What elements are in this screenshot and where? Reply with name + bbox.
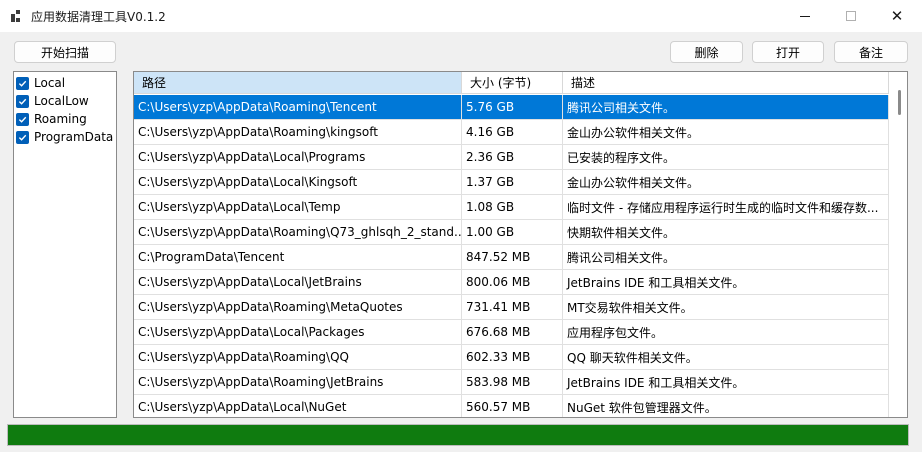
cell-description: QQ 聊天软件相关文件。 bbox=[563, 345, 889, 370]
title-bar: 应用数据清理工具V0.1.2 ✕ bbox=[0, 0, 922, 32]
cell-description: 腾讯公司相关文件。 bbox=[563, 245, 889, 270]
source-checklist: Local LocalLow Roaming ProgramData bbox=[13, 71, 117, 418]
cell-path: C:\Users\yzp\AppData\Local\NuGet bbox=[134, 395, 462, 417]
cell-size: 1.37 GB bbox=[462, 170, 563, 195]
cell-size: 1.00 GB bbox=[462, 220, 563, 245]
cell-path: C:\Users\yzp\AppData\Roaming\kingsoft bbox=[134, 120, 462, 145]
cell-description: JetBrains IDE 和工具相关文件。 bbox=[563, 270, 889, 295]
column-header-path[interactable]: 路径 bbox=[134, 72, 462, 94]
table-row[interactable]: C:\Users\yzp\AppData\Roaming\JetBrains 58… bbox=[134, 370, 889, 395]
cell-path: C:\Users\yzp\AppData\Roaming\Q73_ghlsqh_… bbox=[134, 220, 462, 245]
source-label: Roaming bbox=[34, 112, 87, 126]
cell-description: 金山办公软件相关文件。 bbox=[563, 120, 889, 145]
cell-path: C:\Users\yzp\AppData\Local\JetBrains bbox=[134, 270, 462, 295]
cell-path: C:\Users\yzp\AppData\Roaming\QQ bbox=[134, 345, 462, 370]
cell-description: NuGet 软件包管理器文件。 bbox=[563, 395, 889, 417]
table-row[interactable]: C:\Users\yzp\AppData\Local\Packages 676.6… bbox=[134, 320, 889, 345]
window-title: 应用数据清理工具V0.1.2 bbox=[31, 10, 166, 24]
cell-description: 金山办公软件相关文件。 bbox=[563, 170, 889, 195]
source-label: ProgramData bbox=[34, 130, 114, 144]
cell-description: 快期软件相关文件。 bbox=[563, 220, 889, 245]
cell-size: 602.33 MB bbox=[462, 345, 563, 370]
cell-description: JetBrains IDE 和工具相关文件。 bbox=[563, 370, 889, 395]
table-row[interactable]: C:\Users\yzp\AppData\Roaming\Q73_ghlsqh_… bbox=[134, 220, 889, 245]
cell-description: 已安装的程序文件。 bbox=[563, 145, 889, 170]
scan-progress-bar bbox=[7, 424, 909, 446]
source-label: Local bbox=[34, 76, 66, 90]
cell-size: 800.06 MB bbox=[462, 270, 563, 295]
table-row[interactable]: C:\ProgramData\Tencent 847.52 MB 腾讯公司相关文件。 bbox=[134, 245, 889, 270]
cell-size: 560.57 MB bbox=[462, 395, 563, 417]
close-icon: ✕ bbox=[890, 6, 904, 25]
vertical-scrollbar[interactable] bbox=[891, 72, 907, 417]
cell-size: 5.76 GB bbox=[462, 95, 563, 120]
open-button[interactable]: 打开 bbox=[752, 41, 824, 63]
column-header-description[interactable]: 描述 bbox=[563, 72, 889, 94]
checkbox-checked-icon[interactable] bbox=[16, 94, 29, 108]
cell-path: C:\Users\yzp\AppData\Local\Programs bbox=[134, 145, 462, 170]
cell-path: C:\Users\yzp\AppData\Roaming\JetBrains bbox=[134, 370, 462, 395]
minimize-button[interactable] bbox=[782, 0, 828, 32]
table-row[interactable]: C:\Users\yzp\AppData\Local\Kingsoft 1.37 … bbox=[134, 170, 889, 195]
maximize-button[interactable] bbox=[828, 0, 874, 32]
cell-description: 腾讯公司相关文件。 bbox=[563, 95, 889, 120]
table-row[interactable]: C:\Users\yzp\AppData\Local\JetBrains 800.… bbox=[134, 270, 889, 295]
table-row[interactable]: C:\Users\yzp\AppData\Roaming\QQ 602.33 MB… bbox=[134, 345, 889, 370]
table-body: C:\Users\yzp\AppData\Roaming\Tencent 5.76… bbox=[134, 95, 889, 417]
minimize-icon bbox=[800, 15, 810, 17]
table-header: 路径 大小 (字节) 描述 bbox=[134, 72, 891, 94]
table-row[interactable]: C:\Users\yzp\AppData\Roaming\Tencent 5.76… bbox=[134, 95, 889, 120]
table-row[interactable]: C:\Users\yzp\AppData\Local\NuGet 560.57 M… bbox=[134, 395, 889, 417]
cell-path: C:\Users\yzp\AppData\Roaming\Tencent bbox=[134, 95, 462, 120]
cell-size: 4.16 GB bbox=[462, 120, 563, 145]
start-scan-button[interactable]: 开始扫描 bbox=[14, 41, 116, 63]
cell-size: 1.08 GB bbox=[462, 195, 563, 220]
source-item-programdata[interactable]: ProgramData bbox=[16, 128, 113, 146]
source-item-locallow[interactable]: LocalLow bbox=[16, 92, 89, 110]
cell-size: 847.52 MB bbox=[462, 245, 563, 270]
cell-path: C:\ProgramData\Tencent bbox=[134, 245, 462, 270]
table-row[interactable]: C:\Users\yzp\AppData\Roaming\MetaQuotes 7… bbox=[134, 295, 889, 320]
column-header-size[interactable]: 大小 (字节) bbox=[462, 72, 563, 94]
results-table[interactable]: 路径 大小 (字节) 描述 C:\Users\yzp\AppData\Roami… bbox=[133, 71, 908, 418]
checkbox-checked-icon[interactable] bbox=[16, 76, 29, 90]
cell-size: 583.98 MB bbox=[462, 370, 563, 395]
table-row[interactable]: C:\Users\yzp\AppData\Local\Temp 1.08 GB 临时… bbox=[134, 195, 889, 220]
maximize-icon bbox=[846, 11, 856, 21]
table-row[interactable]: C:\Users\yzp\AppData\Local\Programs 2.36 … bbox=[134, 145, 889, 170]
cell-description: 临时文件 - 存储应用程序运行时生成的临时文件和缓存数... bbox=[563, 195, 889, 220]
cell-path: C:\Users\yzp\AppData\Local\Kingsoft bbox=[134, 170, 462, 195]
source-item-local[interactable]: Local bbox=[16, 74, 65, 92]
cell-size: 2.36 GB bbox=[462, 145, 563, 170]
progress-fill bbox=[8, 425, 908, 445]
table-row[interactable]: C:\Users\yzp\AppData\Roaming\kingsoft 4.1… bbox=[134, 120, 889, 145]
app-grid-icon bbox=[11, 10, 23, 22]
delete-button[interactable]: 删除 bbox=[670, 41, 743, 63]
cell-path: C:\Users\yzp\AppData\Roaming\MetaQuotes bbox=[134, 295, 462, 320]
cell-description: MT交易软件相关文件。 bbox=[563, 295, 889, 320]
cell-path: C:\Users\yzp\AppData\Local\Packages bbox=[134, 320, 462, 345]
source-label: LocalLow bbox=[34, 94, 89, 108]
cell-path: C:\Users\yzp\AppData\Local\Temp bbox=[134, 195, 462, 220]
note-button[interactable]: 备注 bbox=[834, 41, 908, 63]
cell-size: 731.41 MB bbox=[462, 295, 563, 320]
checkbox-checked-icon[interactable] bbox=[16, 112, 29, 126]
cell-description: 应用程序包文件。 bbox=[563, 320, 889, 345]
source-item-roaming[interactable]: Roaming bbox=[16, 110, 87, 128]
cell-size: 676.68 MB bbox=[462, 320, 563, 345]
checkbox-checked-icon[interactable] bbox=[16, 130, 29, 144]
close-button[interactable]: ✕ bbox=[874, 0, 920, 32]
scrollbar-thumb[interactable] bbox=[898, 90, 901, 115]
